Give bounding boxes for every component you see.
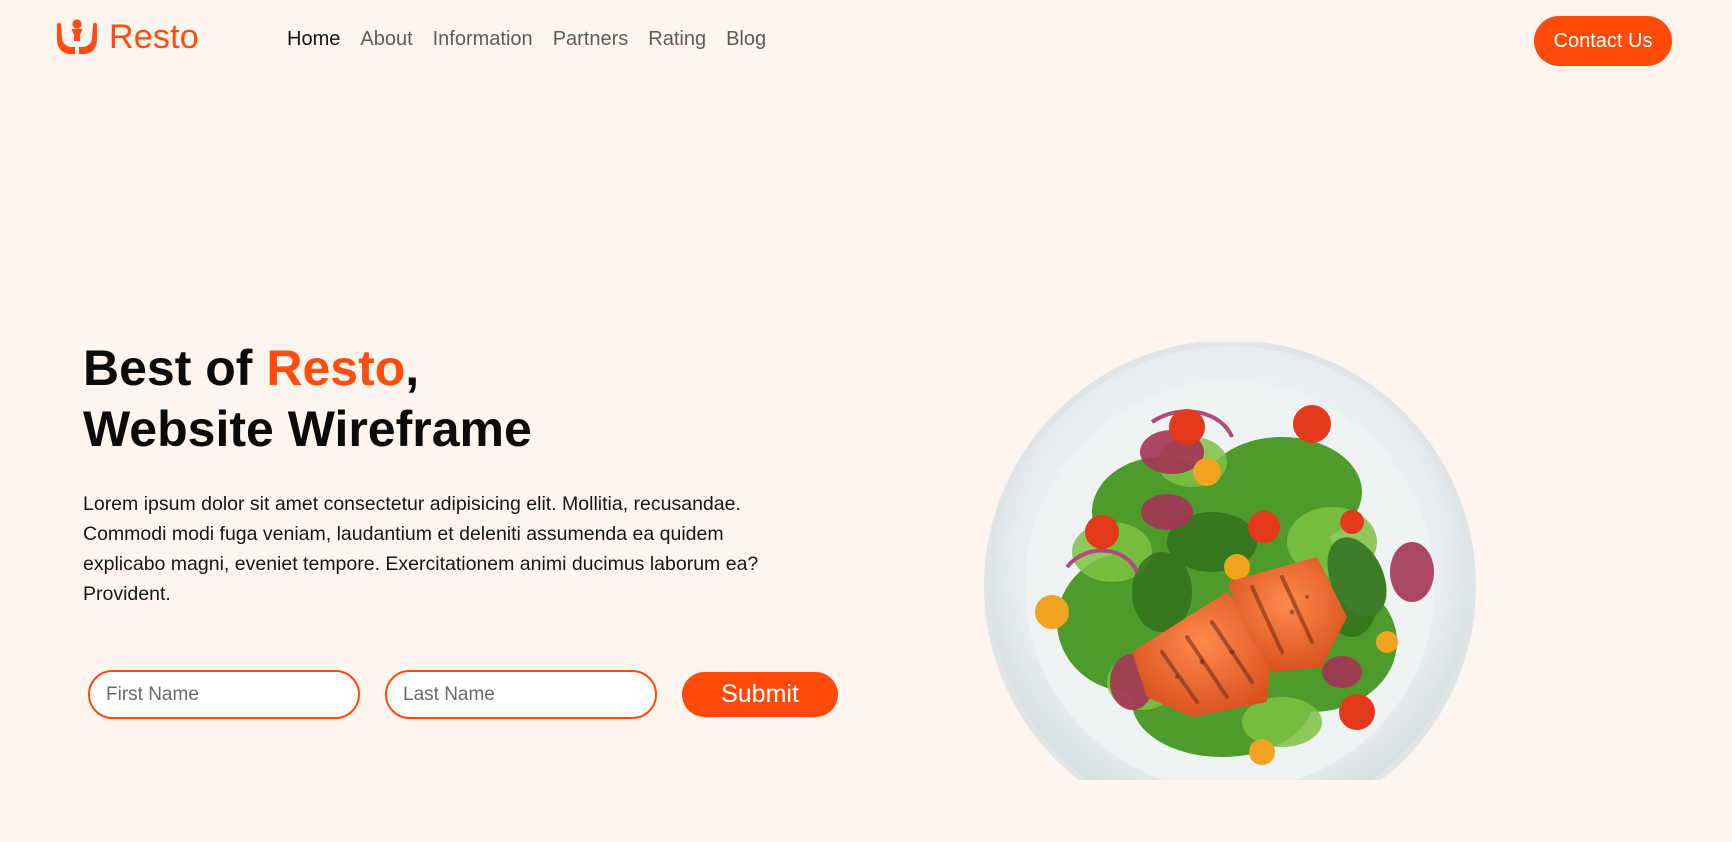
main-nav: Home About Information Partners Rating B… (287, 28, 766, 51)
brand-name: Resto (109, 17, 199, 56)
hero-description: Lorem ipsum dolor sit amet consectetur a… (83, 493, 759, 605)
brand-logo[interactable]: Resto (54, 17, 199, 57)
hero-title-prefix: Best of (83, 340, 267, 396)
first-name-input[interactable] (88, 670, 360, 719)
nav-link-home[interactable]: Home (287, 28, 340, 51)
hero-title-suffix: , (405, 340, 420, 396)
nav-link-rating[interactable]: Rating (648, 28, 706, 51)
nav-link-partners[interactable]: Partners (553, 28, 629, 51)
nav-link-blog[interactable]: Blog (726, 28, 766, 51)
last-name-input[interactable] (385, 670, 657, 719)
hero-title-line2: Website Wireframe (83, 401, 532, 457)
contact-us-button[interactable]: Contact Us (1534, 16, 1672, 66)
nav-link-information[interactable]: Information (433, 28, 533, 51)
nav-link-about[interactable]: About (360, 28, 412, 51)
hands-holding-person-icon (57, 19, 97, 54)
submit-button[interactable]: Submit (682, 672, 838, 717)
navbar: Resto Home About Information Partners Ra… (0, 0, 1732, 84)
hero-title-accent: Resto (266, 340, 406, 396)
hero-title: Best of Resto, Website Wireframe (83, 338, 532, 460)
salmon-salad-plate-image (982, 342, 1478, 780)
